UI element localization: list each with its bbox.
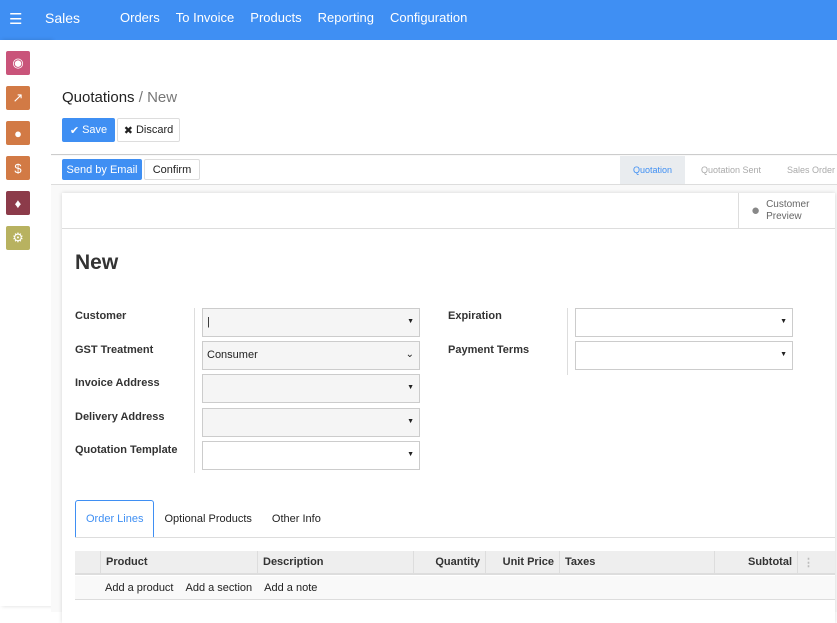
expiration-input[interactable]: ▼ <box>575 308 793 337</box>
menu-orders[interactable]: Orders <box>120 10 160 25</box>
column-product[interactable]: Product <box>100 551 257 573</box>
app-brand[interactable]: Sales <box>45 10 80 26</box>
table-header: Product Description Quantity Unit Price … <box>75 551 835 575</box>
globe-icon: ● <box>751 201 761 219</box>
discard-label: Discard <box>135 124 174 136</box>
save-button[interactable]: ✔ Save <box>62 118 115 142</box>
tab-other-info[interactable]: Other Info <box>262 500 331 537</box>
invoice-address-input[interactable]: ▼ <box>202 374 420 403</box>
chevron-down-icon: ⌄ <box>405 349 414 360</box>
menu-configuration[interactable]: Configuration <box>390 10 467 25</box>
caret-down-icon: ▼ <box>407 418 414 425</box>
control-panel: Quotations / New ✔ Save ✖ Discard <box>51 40 837 155</box>
caret-down-icon: ▼ <box>780 318 787 325</box>
column-quantity[interactable]: Quantity <box>413 551 485 573</box>
divider <box>567 308 568 375</box>
add-section-link[interactable]: Add a section <box>186 582 253 594</box>
delivery-address-label: Delivery Address <box>75 411 165 423</box>
top-navbar: ☰ Sales Orders To Invoice Products Repor… <box>0 0 837 40</box>
stage-sales-order[interactable]: Sales Order <box>781 156 837 184</box>
customer-preview-button[interactable]: ● Customer Preview <box>738 193 835 228</box>
payment-terms-label: Payment Terms <box>448 344 530 356</box>
breadcrumb-current: New <box>147 89 178 106</box>
gst-treatment-select[interactable]: Consumer ⌄ <box>202 341 420 370</box>
menu-products[interactable]: Products <box>250 10 301 25</box>
table-row: Add a product Add a section Add a note <box>75 576 835 600</box>
save-label: Save <box>82 124 108 136</box>
menu-icon[interactable]: ☰ <box>9 10 22 28</box>
caret-down-icon: ▼ <box>780 351 787 358</box>
add-note-link[interactable]: Add a note <box>264 582 317 594</box>
tab-order-lines[interactable]: Order Lines <box>75 500 155 537</box>
globe-icon[interactable]: ● <box>6 121 30 145</box>
record-title: New <box>75 251 119 274</box>
customer-label: Customer <box>75 310 127 322</box>
divider <box>194 308 195 473</box>
form-sheet: ● Customer Preview New Customer | ▼ GST Tr… <box>62 193 835 623</box>
gear-icon[interactable]: ⚙ <box>6 226 30 250</box>
stage-quotation[interactable]: Quotation <box>620 156 685 184</box>
column-description[interactable]: Description <box>257 551 413 573</box>
close-icon: ✖ <box>123 124 133 137</box>
preview-label-1: Customer <box>766 198 810 210</box>
quotation-template-input[interactable]: ▼ <box>202 441 420 470</box>
column-options-icon[interactable]: ⋮ <box>797 551 835 573</box>
notebook-tabs: Order Lines Optional Products Other Info <box>75 500 835 538</box>
app-sidebar: ◉ ↗ ● $ ♦ ⚙ <box>0 40 51 606</box>
tab-optional-products[interactable]: Optional Products <box>154 500 261 537</box>
caret-down-icon: ▼ <box>407 384 414 391</box>
expiration-label: Expiration <box>448 310 502 322</box>
quotation-template-label: Quotation Template <box>75 444 178 456</box>
breadcrumb-separator: / <box>138 89 143 106</box>
caret-down-icon: ▼ <box>407 451 414 458</box>
menu-to-invoice[interactable]: To Invoice <box>176 10 235 25</box>
status-bar: Send by Email Confirm Quotation Quotatio… <box>51 156 837 185</box>
column-unit-price[interactable]: Unit Price <box>485 551 559 573</box>
preview-label-2: Preview <box>766 210 802 222</box>
payment-terms-input[interactable]: ▼ <box>575 341 793 370</box>
stage-quotation-sent[interactable]: Quotation Sent <box>691 156 771 184</box>
invoice-icon[interactable]: $ <box>6 156 30 180</box>
confirm-button[interactable]: Confirm <box>144 159 200 180</box>
send-by-email-button[interactable]: Send by Email <box>62 159 142 180</box>
gst-treatment-value: Consumer <box>207 349 258 361</box>
divider <box>62 228 835 229</box>
column-taxes[interactable]: Taxes <box>559 551 714 573</box>
chart-icon[interactable]: ↗ <box>6 86 30 110</box>
breadcrumb: Quotations / New <box>62 89 177 106</box>
column-subtotal[interactable]: Subtotal <box>714 551 797 573</box>
customer-input[interactable]: | ▼ <box>202 308 420 337</box>
caret-down-icon: ▼ <box>407 318 414 325</box>
delivery-address-input[interactable]: ▼ <box>202 408 420 437</box>
invoice-address-label: Invoice Address <box>75 377 160 389</box>
breadcrumb-quotations[interactable]: Quotations <box>62 89 135 106</box>
cubes-icon[interactable]: ♦ <box>6 191 30 215</box>
discuss-icon[interactable]: ◉ <box>6 51 30 75</box>
menu-reporting[interactable]: Reporting <box>318 10 374 25</box>
check-icon: ✔ <box>69 124 80 137</box>
gst-treatment-label: GST Treatment <box>75 344 154 356</box>
add-product-link[interactable]: Add a product <box>105 582 174 594</box>
discard-button[interactable]: ✖ Discard <box>117 118 180 142</box>
